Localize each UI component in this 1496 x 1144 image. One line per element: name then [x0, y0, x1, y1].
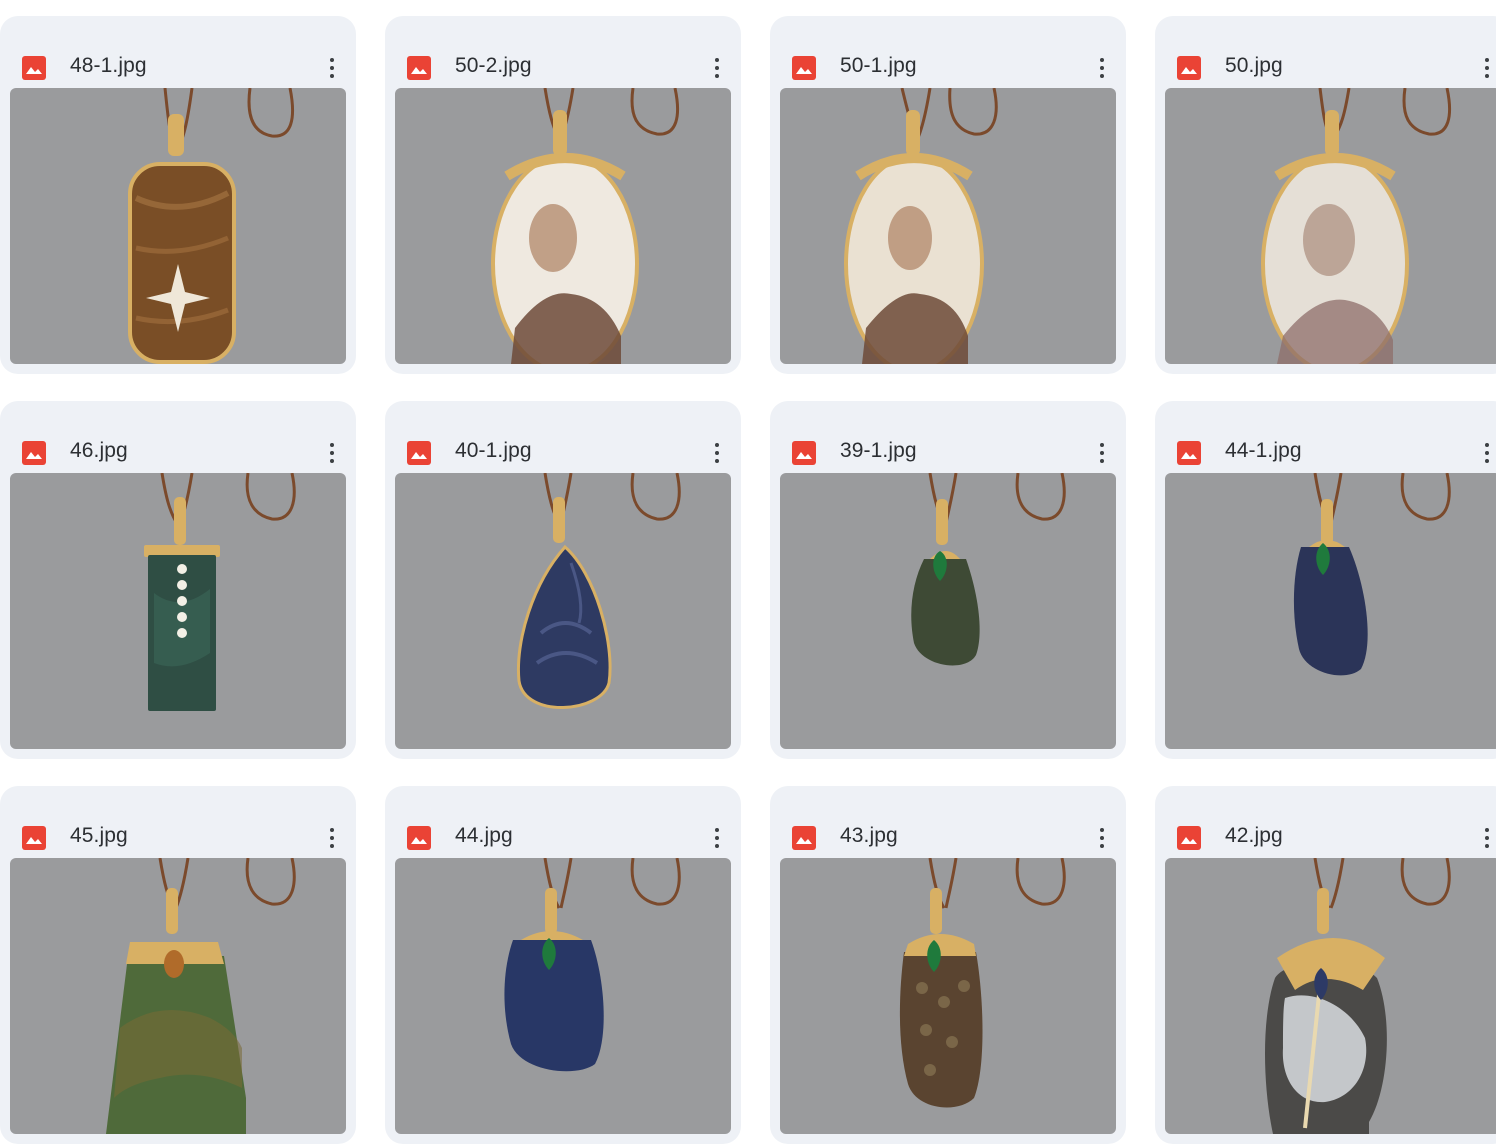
more-vertical-icon[interactable]: [318, 824, 346, 852]
file-card[interactable]: 39-1.jpg: [770, 401, 1126, 759]
more-vertical-icon[interactable]: [318, 439, 346, 467]
more-vertical-icon[interactable]: [1088, 54, 1116, 82]
image-file-icon: [22, 441, 46, 465]
file-name: 50-2.jpg: [455, 54, 532, 77]
file-card[interactable]: 50.jpg: [1155, 16, 1496, 374]
more-vertical-icon[interactable]: [1473, 439, 1496, 467]
file-card-header: 48-1.jpg: [0, 16, 356, 88]
file-card-header: 50.jpg: [1155, 16, 1496, 88]
image-file-icon: [407, 826, 431, 850]
file-card[interactable]: 44.jpg: [385, 786, 741, 1144]
file-name: 40-1.jpg: [455, 439, 532, 462]
file-card[interactable]: 50-1.jpg: [770, 16, 1126, 374]
file-name: 50-1.jpg: [840, 54, 917, 77]
image-file-icon: [407, 56, 431, 80]
file-card[interactable]: 48-1.jpg: [0, 16, 356, 374]
image-file-icon: [792, 56, 816, 80]
file-card-header: 50-1.jpg: [770, 16, 1126, 88]
file-card[interactable]: 42.jpg: [1155, 786, 1496, 1144]
file-thumbnail[interactable]: [780, 88, 1116, 364]
file-thumbnail[interactable]: [10, 473, 346, 749]
file-thumbnail[interactable]: [395, 473, 731, 749]
file-thumbnail[interactable]: [395, 88, 731, 364]
file-card-header: 44-1.jpg: [1155, 401, 1496, 473]
file-card[interactable]: 50-2.jpg: [385, 16, 741, 374]
image-file-icon: [407, 441, 431, 465]
file-card-header: 44.jpg: [385, 786, 741, 858]
image-file-icon: [1177, 826, 1201, 850]
more-vertical-icon[interactable]: [1473, 54, 1496, 82]
image-file-icon: [792, 441, 816, 465]
file-card[interactable]: 40-1.jpg: [385, 401, 741, 759]
image-file-icon: [1177, 441, 1201, 465]
file-card[interactable]: 43.jpg: [770, 786, 1126, 1144]
image-file-icon: [1177, 56, 1201, 80]
file-name: 50.jpg: [1225, 54, 1283, 77]
file-thumbnail[interactable]: [1165, 88, 1496, 364]
file-card-header: 50-2.jpg: [385, 16, 741, 88]
more-vertical-icon[interactable]: [1473, 824, 1496, 852]
file-name: 44-1.jpg: [1225, 439, 1302, 462]
file-card-header: 43.jpg: [770, 786, 1126, 858]
file-card[interactable]: 45.jpg: [0, 786, 356, 1144]
file-card[interactable]: 46.jpg: [0, 401, 356, 759]
file-name: 44.jpg: [455, 824, 513, 847]
file-thumbnail[interactable]: [1165, 858, 1496, 1134]
more-vertical-icon[interactable]: [318, 54, 346, 82]
more-vertical-icon[interactable]: [703, 54, 731, 82]
image-file-icon: [792, 826, 816, 850]
file-card-header: 39-1.jpg: [770, 401, 1126, 473]
image-file-icon: [22, 826, 46, 850]
file-card-header: 45.jpg: [0, 786, 356, 858]
more-vertical-icon[interactable]: [1088, 439, 1116, 467]
more-vertical-icon[interactable]: [1088, 824, 1116, 852]
file-thumbnail[interactable]: [10, 858, 346, 1134]
file-grid: 48-1.jpg 50-2.jpg 50-1.jpg 50.jpg 46.jpg…: [0, 0, 1496, 1144]
file-name: 48-1.jpg: [70, 54, 147, 77]
file-thumbnail[interactable]: [1165, 473, 1496, 749]
file-card-header: 46.jpg: [0, 401, 356, 473]
file-card[interactable]: 44-1.jpg: [1155, 401, 1496, 759]
more-vertical-icon[interactable]: [703, 439, 731, 467]
file-name: 46.jpg: [70, 439, 128, 462]
file-name: 39-1.jpg: [840, 439, 917, 462]
file-card-header: 42.jpg: [1155, 786, 1496, 858]
file-name: 45.jpg: [70, 824, 128, 847]
file-name: 42.jpg: [1225, 824, 1283, 847]
file-thumbnail[interactable]: [10, 88, 346, 364]
file-card-header: 40-1.jpg: [385, 401, 741, 473]
image-file-icon: [22, 56, 46, 80]
file-thumbnail[interactable]: [780, 858, 1116, 1134]
file-thumbnail[interactable]: [395, 858, 731, 1134]
more-vertical-icon[interactable]: [703, 824, 731, 852]
file-name: 43.jpg: [840, 824, 898, 847]
file-thumbnail[interactable]: [780, 473, 1116, 749]
